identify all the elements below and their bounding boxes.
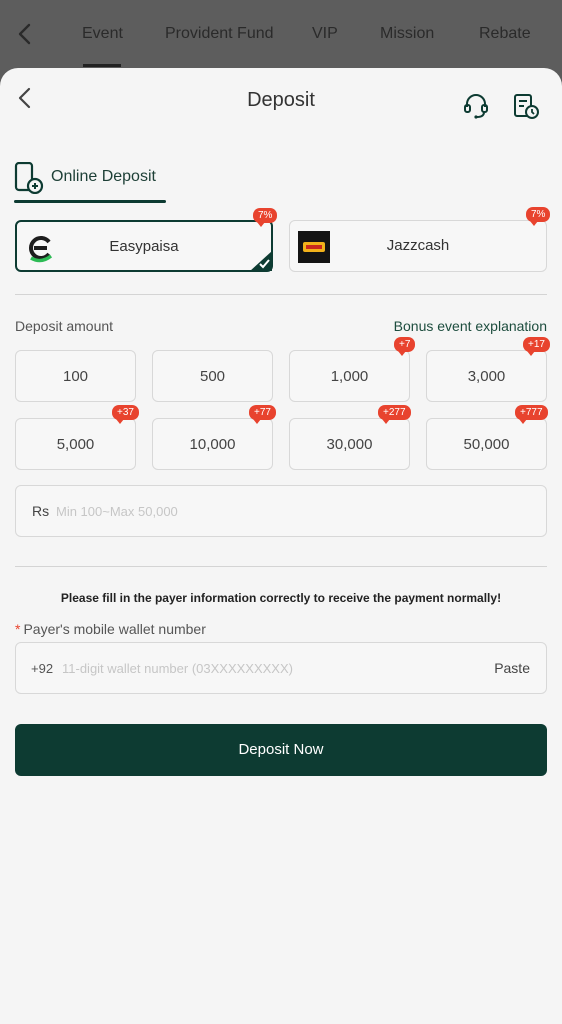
deposit-now-button[interactable]: Deposit Now <box>15 724 547 776</box>
active-tab-indicator <box>14 200 166 203</box>
payer-info-notice: Please fill in the payer information cor… <box>60 591 502 605</box>
amount-input-field[interactable]: Rs <box>15 485 547 537</box>
amount-value: 50,000 <box>463 436 510 453</box>
tab-rebate[interactable]: Rebate <box>479 25 531 43</box>
amount-option-10000[interactable]: 10,000 +77 <box>152 405 276 470</box>
required-marker: * <box>15 621 21 637</box>
country-code-prefix: +92 <box>31 661 54 676</box>
amount-option-5000[interactable]: 5,000 +37 <box>15 405 139 470</box>
wallet-number-input[interactable] <box>62 655 482 681</box>
divider <box>15 294 547 295</box>
bonus-badge: +17 <box>523 337 550 356</box>
wallet-number-label: * Payer's mobile wallet number <box>15 621 206 637</box>
tab-provident-fund[interactable]: Provident Fund <box>165 25 274 43</box>
channel-name: Easypaisa <box>109 238 179 255</box>
bonus-badge: +277 <box>378 405 411 424</box>
tab-event[interactable]: Event <box>82 25 123 43</box>
back-icon[interactable] <box>14 22 36 46</box>
top-navigation: Event Provident Fund VIP Mission Rebate <box>0 0 562 70</box>
currency-prefix: Rs <box>32 503 50 519</box>
tab-mission[interactable]: Mission <box>380 25 434 43</box>
amount-option-3000[interactable]: 3,000 +17 <box>426 337 550 402</box>
deposit-sheet: Deposit Online Deposit Easypaisa 7% Jazz… <box>0 68 562 1024</box>
checkmark-icon <box>250 251 272 271</box>
amount-value: 5,000 <box>56 436 95 453</box>
amount-option-30000[interactable]: 30,000 +277 <box>289 405 411 470</box>
phone-icon <box>14 162 44 194</box>
bonus-badge: +37 <box>112 405 139 424</box>
deposit-amount-label: Deposit amount <box>15 318 114 334</box>
bonus-badge: 7% <box>253 208 278 227</box>
channel-easypaisa[interactable]: Easypaisa 7% <box>15 208 278 272</box>
bonus-badge: +7 <box>394 337 416 356</box>
bonus-badge: 7% <box>526 207 551 226</box>
wallet-number-field[interactable]: +92 Paste <box>15 642 547 694</box>
channel-jazzcash[interactable]: Jazzcash 7% <box>289 207 551 272</box>
channel-name: Jazzcash <box>386 237 450 254</box>
divider <box>15 566 547 567</box>
bonus-badge: +77 <box>249 405 276 424</box>
wallet-label-text: Payer's mobile wallet number <box>23 621 206 637</box>
amount-option-1000[interactable]: 1,000 +7 <box>289 337 416 402</box>
amount-value: 3,000 <box>467 368 506 385</box>
bonus-explanation-link[interactable]: Bonus event explanation <box>394 318 547 334</box>
amount-value: 1,000 <box>330 368 369 385</box>
bonus-badge: +777 <box>515 405 548 424</box>
amount-input[interactable] <box>56 498 526 524</box>
amount-option-50000[interactable]: 50,000 +777 <box>426 405 548 470</box>
tab-vip[interactable]: VIP <box>312 25 338 43</box>
history-icon[interactable] <box>512 92 540 120</box>
amount-value: 30,000 <box>326 436 373 453</box>
amount-value: 100 <box>62 368 89 385</box>
paste-button[interactable]: Paste <box>494 660 530 676</box>
active-tab-indicator <box>83 64 121 67</box>
tab-label: Online Deposit <box>51 168 156 185</box>
amount-option-100[interactable]: 100 <box>15 350 136 402</box>
deposit-now-label: Deposit Now <box>238 741 324 758</box>
amount-value: 10,000 <box>189 436 236 453</box>
amount-value: 500 <box>199 368 226 385</box>
tab-online-deposit[interactable]: Online Deposit <box>14 162 166 203</box>
headset-icon[interactable] <box>462 92 490 120</box>
amount-option-500[interactable]: 500 <box>152 350 273 402</box>
